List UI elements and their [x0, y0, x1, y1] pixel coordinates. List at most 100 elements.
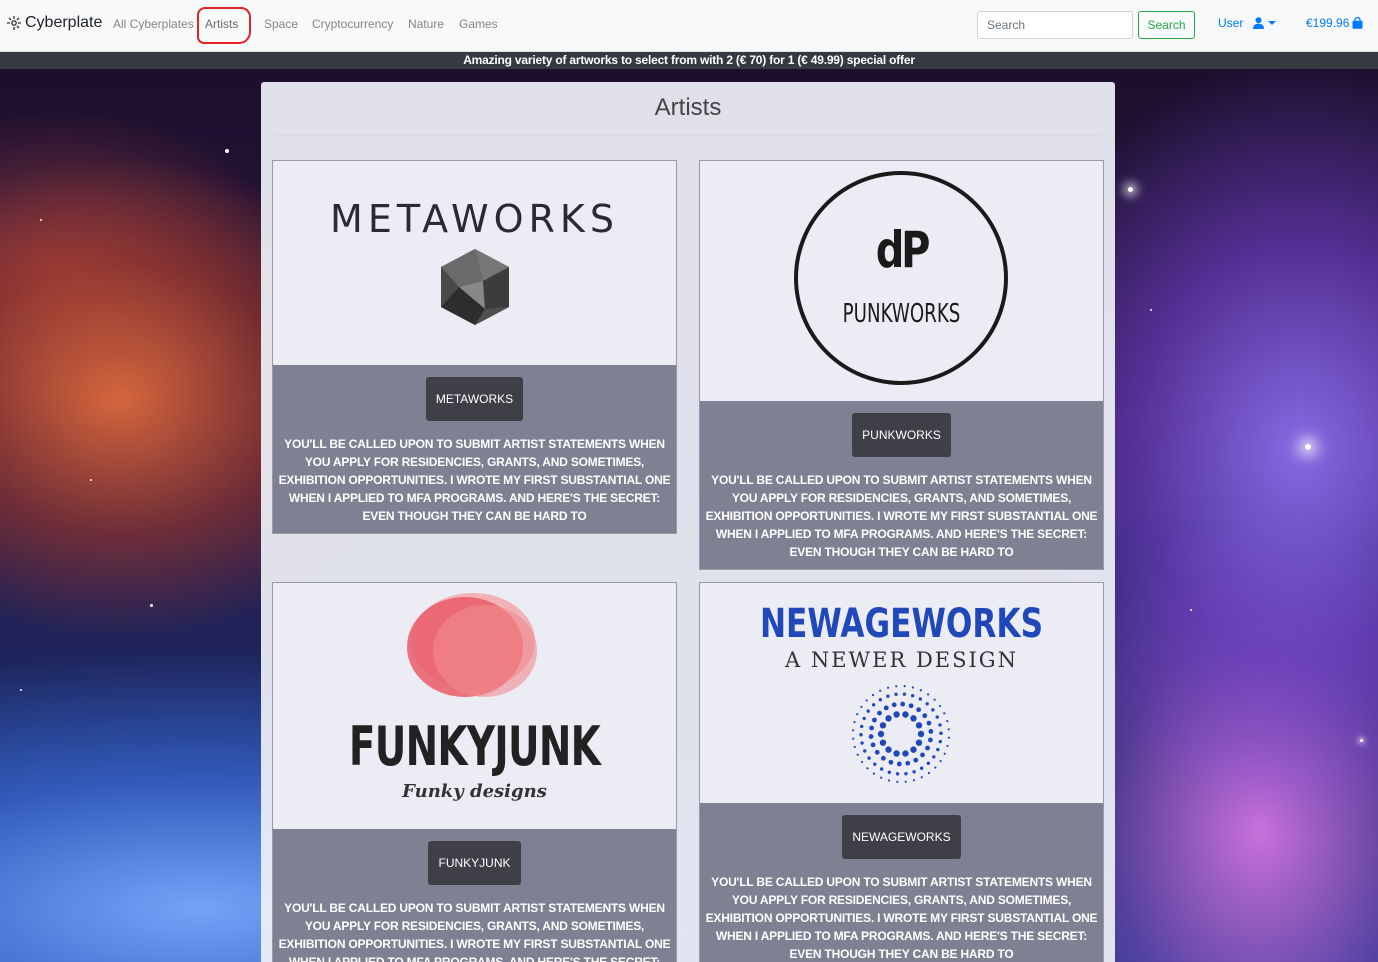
- ring-dot: [879, 722, 887, 729]
- ring-dot: [918, 697, 923, 701]
- ring-dot: [880, 776, 883, 779]
- artist-card-punkworks: dP PUNKWORKS PUNKWORKS YOU'LL BE CALLED …: [699, 160, 1104, 570]
- artist-info-newageworks: NEWAGEWORKS YOU'LL BE CALLED UPON TO SUB…: [700, 803, 1103, 962]
- ring-dot: [877, 730, 885, 738]
- ring-dot: [926, 761, 931, 765]
- star: [1150, 309, 1152, 311]
- nav-link-cryptocurrency[interactable]: Cryptocurrency: [312, 17, 393, 31]
- artist-card-newageworks: NEWAGEWORKS A NEWER DESIGN NEWAGEWORKS Y…: [699, 582, 1104, 962]
- punkworks-mark: dP: [875, 221, 931, 279]
- artist-button-metaworks[interactable]: METAWORKS: [425, 377, 524, 421]
- promo-banner: Amazing variety of artworks to select fr…: [0, 52, 1378, 69]
- ring-dot: [866, 709, 870, 713]
- brand-name: Cyberplate: [25, 14, 103, 31]
- nav-link-games[interactable]: Games: [459, 17, 498, 31]
- newageworks-tagline: A NEWER DESIGN: [785, 648, 1018, 672]
- artist-logo-punkworks[interactable]: dP PUNKWORKS: [700, 161, 1103, 401]
- ring-dot: [904, 771, 908, 776]
- cart-link[interactable]: €199.96: [1306, 16, 1363, 30]
- divider: [273, 135, 1103, 136]
- ring-dot: [852, 737, 855, 740]
- artists-highlight-annotation: [197, 7, 251, 44]
- ring-dot: [939, 760, 942, 763]
- ring-dot: [915, 739, 923, 746]
- ring-dot: [885, 715, 892, 722]
- star: [40, 219, 42, 221]
- ring-dot: [925, 702, 929, 706]
- search-input[interactable]: [977, 11, 1133, 39]
- nav-link-space[interactable]: Space: [264, 17, 298, 31]
- nav-link-all-cyberplates[interactable]: All Cyberplates: [113, 17, 194, 31]
- search-button[interactable]: Search: [1138, 11, 1195, 39]
- ring-dot: [874, 749, 880, 755]
- chevron-down-icon: [1268, 21, 1277, 25]
- ring-dot: [947, 728, 950, 731]
- ring-dot: [865, 699, 868, 702]
- ring-dot: [916, 707, 922, 713]
- ring-dot: [911, 686, 915, 689]
- funkyjunk-logo-text: FUNKYJUNK: [348, 715, 601, 778]
- punkworks-logo-text: PUNKWORKS: [842, 299, 961, 329]
- ring-dot: [873, 762, 877, 766]
- ring-dot: [932, 755, 936, 759]
- ring-dot: [859, 733, 863, 737]
- ring-dot: [910, 694, 915, 698]
- ring-dot: [934, 766, 937, 769]
- top-navbar: Cyberplate All Cyberplates Artists Space…: [0, 0, 1378, 52]
- ring-dot: [888, 759, 894, 765]
- user-dropdown[interactable]: User: [1218, 16, 1277, 30]
- artist-description: YOU'LL BE CALLED UPON TO SUBMIT ARTIST S…: [705, 875, 1098, 961]
- ring-dot: [860, 724, 864, 729]
- artist-logo-newageworks[interactable]: NEWAGEWORKS A NEWER DESIGN: [700, 583, 1103, 803]
- ring-dot: [872, 717, 877, 723]
- ring-dot: [936, 747, 940, 752]
- brand-link[interactable]: Cyberplate: [6, 14, 102, 32]
- artist-logo-funkyjunk[interactable]: FUNKYJUNK Funky designs: [273, 583, 676, 829]
- artist-info-metaworks: METAWORKS YOU'LL BE CALLED UPON TO SUBMI…: [273, 365, 676, 533]
- artist-info-punkworks: PUNKWORKS YOU'LL BE CALLED UPON TO SUBMI…: [700, 401, 1103, 569]
- ring-dot: [879, 739, 887, 746]
- ring-dot: [879, 767, 884, 771]
- ring-dot: [910, 715, 917, 722]
- ring-dot: [915, 722, 923, 729]
- star: [90, 479, 92, 481]
- ring-dot: [893, 750, 900, 757]
- ring-dot: [902, 692, 907, 696]
- ring-dot: [935, 715, 939, 719]
- cart-total: €199.96: [1306, 16, 1350, 30]
- ring-dot: [866, 767, 869, 770]
- ring-dot: [860, 760, 864, 764]
- artist-button-funkyjunk[interactable]: FUNKYJUNK: [428, 841, 521, 885]
- user-icon: [1253, 17, 1265, 29]
- ring-dot: [868, 734, 874, 739]
- page-title: Artists: [654, 94, 722, 121]
- artist-button-punkworks[interactable]: PUNKWORKS: [852, 413, 951, 457]
- artist-button-newageworks[interactable]: NEWAGEWORKS: [842, 815, 961, 859]
- ring-dot: [912, 779, 916, 782]
- nav-link-nature[interactable]: Nature: [408, 17, 444, 31]
- funkyjunk-tagline: Funky designs: [402, 781, 547, 802]
- ring-dot: [925, 745, 930, 751]
- ring-dot: [867, 756, 871, 760]
- ring-dot: [933, 698, 936, 701]
- ring-dot: [870, 742, 876, 748]
- ring-dot: [920, 752, 925, 758]
- ring-dot: [902, 750, 909, 757]
- brand-logo-icon: [7, 16, 21, 30]
- ring-dot: [877, 710, 882, 716]
- ring-dot: [887, 779, 891, 782]
- metaworks-logo-text: METAWORKS: [330, 197, 619, 241]
- star: [20, 689, 22, 691]
- star: [1360, 739, 1363, 742]
- ring-dot: [904, 780, 907, 783]
- artist-description: YOU'LL BE CALLED UPON TO SUBMIT ARTIST S…: [705, 473, 1098, 559]
- star: [150, 604, 153, 607]
- ring-dot: [871, 693, 875, 697]
- ring-dot: [943, 752, 946, 755]
- ring-dot: [903, 685, 906, 688]
- ring-dot: [919, 689, 922, 692]
- ring-dot: [895, 685, 898, 688]
- artist-logo-metaworks[interactable]: METAWORKS: [273, 161, 676, 365]
- ring-dot: [928, 729, 934, 734]
- artist-card-funkyjunk: FUNKYJUNK Funky designs FUNKYJUNK YOU'LL…: [272, 582, 677, 962]
